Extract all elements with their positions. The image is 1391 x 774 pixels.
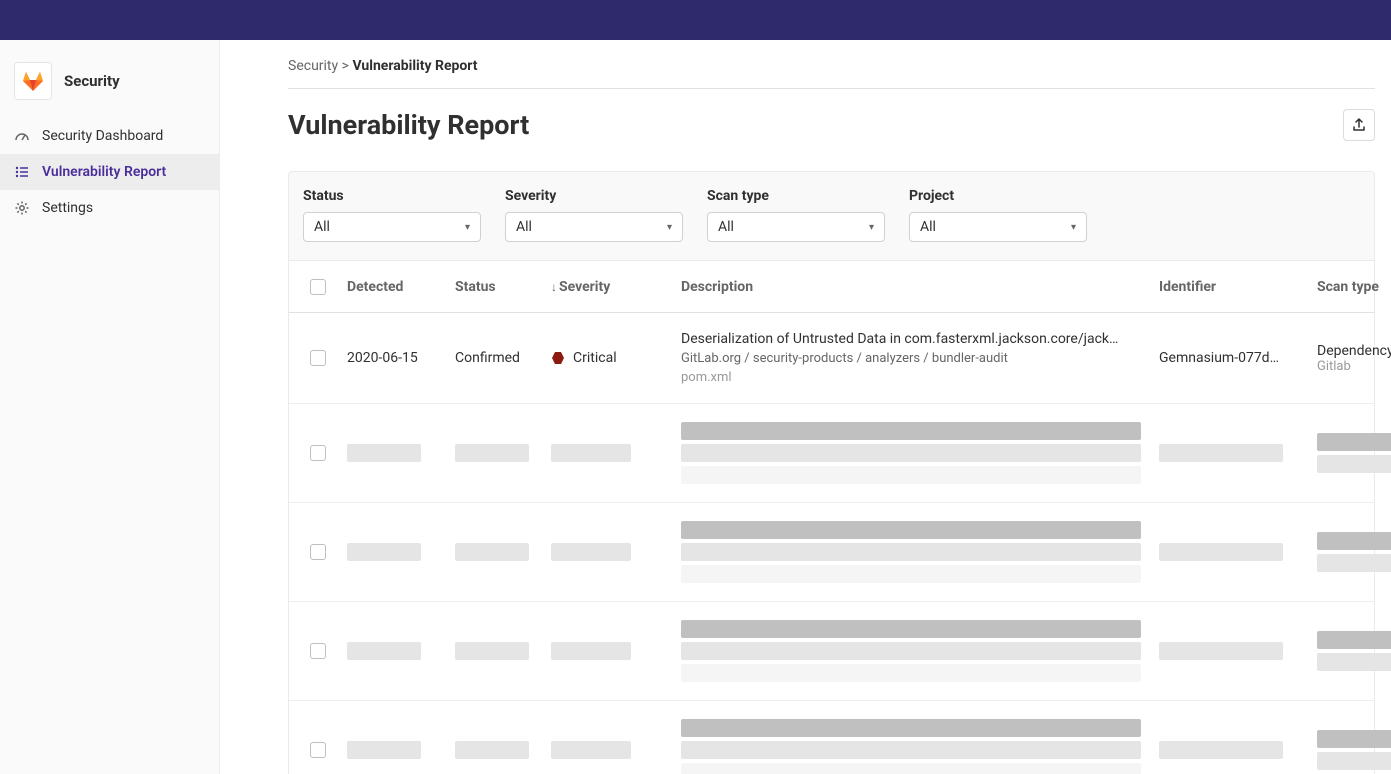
- cell-status: Confirmed: [455, 350, 551, 366]
- sidebar-header: Security: [0, 56, 219, 118]
- sidebar: Security Security Dashboard Vulnerabilit…: [0, 40, 220, 774]
- table-row[interactable]: 2020-06-15 Confirmed Critical Deserializ…: [289, 313, 1374, 404]
- sidebar-item-vulnerability-report[interactable]: Vulnerability Report: [0, 154, 219, 190]
- sort-desc-icon: ↓: [551, 280, 557, 294]
- row-checkbox[interactable]: [310, 445, 326, 461]
- list-icon: [14, 164, 30, 180]
- top-bar: [0, 0, 1391, 40]
- filter-select-scantype[interactable]: All ▾: [707, 212, 885, 242]
- col-detected[interactable]: Detected: [347, 279, 455, 295]
- gear-icon: [14, 200, 30, 216]
- breadcrumb-current: Vulnerability Report: [352, 58, 477, 74]
- row-checkbox[interactable]: [310, 742, 326, 758]
- sidebar-item-label: Security Dashboard: [42, 128, 163, 144]
- select-all-checkbox[interactable]: [310, 279, 326, 295]
- sidebar-item-label: Vulnerability Report: [42, 164, 166, 180]
- cell-scantype: Dependency Gitlab: [1317, 343, 1391, 374]
- export-icon: [1351, 117, 1367, 133]
- table-row-skeleton: [289, 602, 1374, 701]
- page-title: Vulnerability Report: [288, 109, 529, 141]
- sidebar-item-label: Settings: [42, 200, 93, 216]
- severity-critical-icon: [551, 351, 565, 365]
- breadcrumb: Security > Vulnerability Report: [288, 58, 1375, 89]
- chevron-down-icon: ▾: [869, 222, 874, 233]
- breadcrumb-root[interactable]: Security: [288, 58, 338, 74]
- filter-label-project: Project: [909, 188, 1087, 204]
- filter-label-status: Status: [303, 188, 481, 204]
- cell-identifier: Gemnasium-077d…: [1159, 350, 1317, 366]
- dashboard-icon: [14, 128, 30, 144]
- filter-select-status[interactable]: All ▾: [303, 212, 481, 242]
- table-row-skeleton: [289, 503, 1374, 602]
- table-header: Detected Status ↓Severity Description Id…: [289, 261, 1374, 313]
- filter-select-severity[interactable]: All ▾: [505, 212, 683, 242]
- vulnerability-table: Detected Status ↓Severity Description Id…: [288, 261, 1375, 774]
- filter-select-project[interactable]: All ▾: [909, 212, 1087, 242]
- cell-detected: 2020-06-15: [347, 350, 455, 366]
- row-checkbox[interactable]: [310, 544, 326, 560]
- col-status[interactable]: Status: [455, 279, 551, 295]
- filter-label-severity: Severity: [505, 188, 683, 204]
- export-button[interactable]: [1343, 109, 1375, 141]
- gitlab-logo-icon: [14, 62, 52, 100]
- col-identifier[interactable]: Identifier: [1159, 279, 1317, 295]
- col-description[interactable]: Description: [681, 279, 1159, 295]
- row-checkbox[interactable]: [310, 350, 326, 366]
- table-row-skeleton: [289, 404, 1374, 503]
- sidebar-title: Security: [64, 72, 120, 90]
- sidebar-item-security-dashboard[interactable]: Security Dashboard: [0, 118, 219, 154]
- cell-severity: Critical: [551, 350, 681, 366]
- chevron-down-icon: ▾: [1071, 222, 1076, 233]
- chevron-down-icon: ▾: [667, 222, 672, 233]
- col-scantype[interactable]: Scan type: [1317, 279, 1391, 295]
- table-row-skeleton: [289, 701, 1374, 774]
- row-checkbox[interactable]: [310, 643, 326, 659]
- sidebar-item-settings[interactable]: Settings: [0, 190, 219, 226]
- col-severity[interactable]: ↓Severity: [551, 279, 681, 295]
- cell-description: Deserialization of Untrusted Data in com…: [681, 331, 1159, 385]
- chevron-down-icon: ▾: [465, 222, 470, 233]
- filters-bar: Status All ▾ Severity All ▾ Scan type: [288, 171, 1375, 261]
- main-content: Security > Vulnerability Report Vulnerab…: [220, 40, 1391, 774]
- filter-label-scantype: Scan type: [707, 188, 885, 204]
